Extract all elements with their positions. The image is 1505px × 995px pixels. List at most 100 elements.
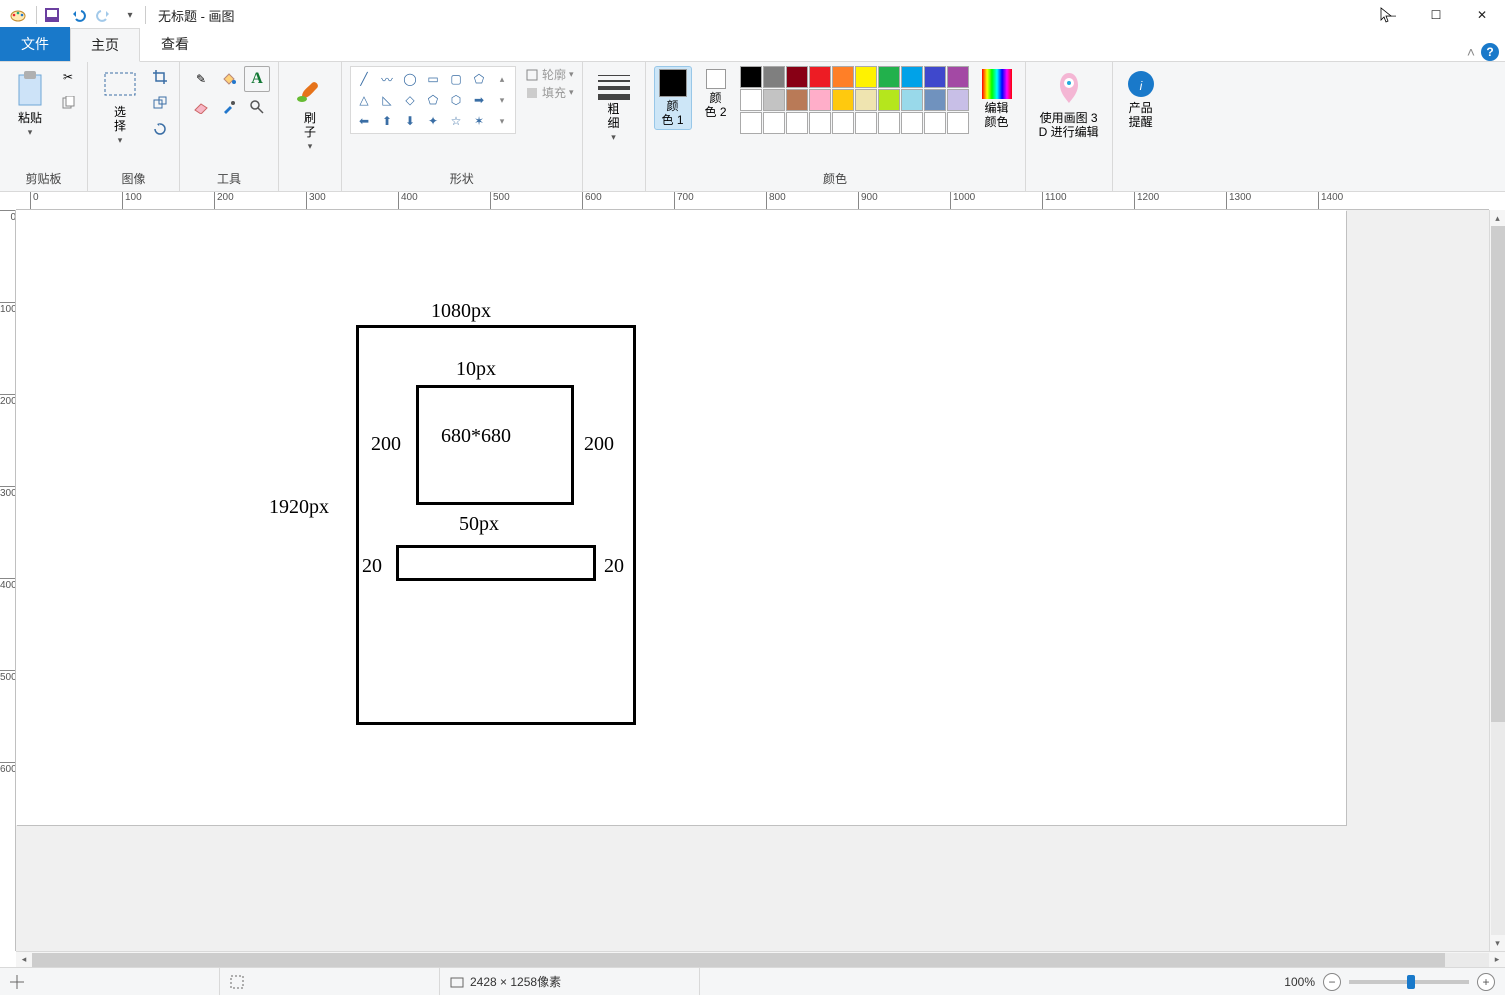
zoom-in-button[interactable]: + [1477,973,1495,991]
scroll-track[interactable] [1491,226,1505,935]
shape-triangle[interactable]: △ [353,90,375,110]
shape-diamond[interactable]: ◇ [399,90,421,110]
copy-button[interactable] [57,92,79,114]
color-swatch[interactable] [947,112,969,134]
shape-polygon[interactable]: ⬠ [468,69,490,89]
scroll-down-icon[interactable]: ▾ [1490,935,1505,951]
color-swatch[interactable] [763,66,785,88]
color-swatch[interactable] [901,66,923,88]
color-swatch[interactable] [786,66,808,88]
color-swatch[interactable] [855,112,877,134]
shape-fill[interactable]: 填充▾ [525,84,574,101]
crop-button[interactable] [149,66,171,88]
shape-oval[interactable]: ◯ [399,69,421,89]
color-swatch[interactable] [786,112,808,134]
shapes-gallery[interactable]: ╱ 〰 ◯ ▭ ▢ ⬠ ▴ △ ◺ ◇ ⬠ ⬡ ➡ ▾ ⬅ ⬆ ⬇ ✦ ☆ ✶ [350,66,516,134]
tab-home[interactable]: 主页 [70,28,140,62]
color-swatch[interactable] [832,66,854,88]
paint3d-button[interactable]: 使用画图 3 D 进行编辑 [1034,66,1104,142]
zoom-out-button[interactable]: − [1323,973,1341,991]
brush-button[interactable]: 刷 子 ▾ [287,66,333,155]
scroll-left-icon[interactable]: ◂ [16,953,32,967]
color-swatch[interactable] [901,89,923,111]
select-button[interactable]: 选 择 ▾ [96,66,144,149]
shape-pentagon[interactable]: ⬠ [422,90,444,110]
collapse-ribbon-icon[interactable]: ˄ [1467,44,1475,60]
shape-roundrect[interactable]: ▢ [445,69,467,89]
color-swatch[interactable] [855,89,877,111]
color-swatch[interactable] [947,89,969,111]
shape-curve[interactable]: 〰 [376,69,398,89]
canvas-viewport[interactable]: 1080px 1920px 10px 680*680 200 200 50px … [16,210,1505,967]
color2-button[interactable]: 颜 色 2 [700,66,732,122]
picker-tool[interactable] [216,94,242,120]
fill-tool[interactable] [216,66,242,92]
color-swatch[interactable] [740,89,762,111]
color-swatch[interactable] [832,112,854,134]
scroll-thumb[interactable] [32,953,1445,967]
product-alert-button[interactable]: i 产品 提醒 [1121,66,1161,132]
color-swatch[interactable] [740,112,762,134]
zoom-slider[interactable] [1349,980,1469,984]
color-swatch[interactable] [786,89,808,111]
close-button[interactable]: ✕ [1459,0,1505,30]
scroll-up-icon[interactable]: ▴ [1490,210,1505,226]
color-swatch[interactable] [924,89,946,111]
shape-line[interactable]: ╱ [353,69,375,89]
shape-arrow-r[interactable]: ➡ [468,90,490,110]
color-swatch[interactable] [878,89,900,111]
maximize-button[interactable]: ☐ [1413,0,1459,30]
color-swatch[interactable] [947,66,969,88]
shape-star5[interactable]: ☆ [445,111,467,131]
shape-scroll-up[interactable]: ▴ [491,69,513,89]
tab-file[interactable]: 文件 [0,27,70,61]
shape-arrow-d[interactable]: ⬇ [399,111,421,131]
color1-button[interactable]: 颜 色 1 [654,66,692,130]
cut-button[interactable]: ✂ [57,66,79,88]
help-button[interactable]: ? [1481,43,1499,61]
magnifier-tool[interactable] [244,94,270,120]
scrollbar-horizontal[interactable]: ◂ ▸ [16,951,1505,967]
color-swatch[interactable] [832,89,854,111]
color-swatch[interactable] [924,112,946,134]
shape-star6[interactable]: ✶ [468,111,490,131]
color-swatch[interactable] [809,66,831,88]
shape-more[interactable]: ▾ [491,111,513,131]
shape-hexagon[interactable]: ⬡ [445,90,467,110]
shape-arrow-u[interactable]: ⬆ [376,111,398,131]
scroll-thumb[interactable] [1491,226,1505,722]
color-swatch[interactable] [878,66,900,88]
color-swatch[interactable] [809,112,831,134]
scroll-right-icon[interactable]: ▸ [1489,953,1505,967]
size-button[interactable]: 粗 细 ▾ [591,66,637,146]
rotate-button[interactable] [149,118,171,140]
qat-customize[interactable]: ▾ [119,4,141,26]
shape-rect[interactable]: ▭ [422,69,444,89]
shape-scroll-dn[interactable]: ▾ [491,90,513,110]
pencil-tool[interactable]: ✎ [188,66,214,92]
shape-rtriangle[interactable]: ◺ [376,90,398,110]
color-swatch[interactable] [740,66,762,88]
resize-button[interactable] [149,92,171,114]
undo-button[interactable] [67,4,89,26]
redo-button[interactable] [93,4,115,26]
scroll-track[interactable] [32,953,1489,967]
paste-button[interactable]: 粘贴 ▾ [8,66,52,141]
shape-star4[interactable]: ✦ [422,111,444,131]
color-swatch[interactable] [763,112,785,134]
eraser-tool[interactable] [188,94,214,120]
text-tool[interactable]: A [244,66,270,92]
color-swatch[interactable] [924,66,946,88]
minimize-button[interactable]: — [1367,0,1413,30]
shape-outline[interactable]: 轮廓▾ [525,66,574,83]
color-swatch[interactable] [855,66,877,88]
shape-arrow-l[interactable]: ⬅ [353,111,375,131]
edit-colors-button[interactable]: 编辑 颜色 [977,66,1017,132]
save-button[interactable] [41,4,63,26]
canvas[interactable]: 1080px 1920px 10px 680*680 200 200 50px … [16,210,1346,825]
zoom-knob[interactable] [1407,975,1415,989]
color-swatch[interactable] [763,89,785,111]
color-swatch[interactable] [901,112,923,134]
color-swatch[interactable] [809,89,831,111]
scrollbar-vertical[interactable]: ▴ ▾ [1489,210,1505,951]
